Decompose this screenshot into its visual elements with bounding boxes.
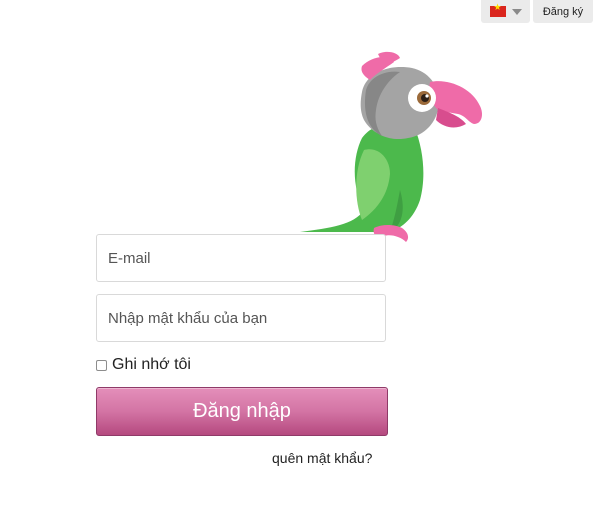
- parrot-mascot-icon: [300, 51, 482, 242]
- remember-checkbox[interactable]: [96, 359, 107, 371]
- password-field[interactable]: [96, 294, 386, 342]
- remember-me[interactable]: Ghi nhớ tôi: [96, 356, 191, 374]
- remember-label: Ghi nhớ tôi: [112, 356, 191, 373]
- vietnam-flag-icon: [489, 3, 506, 17]
- language-selector[interactable]: [481, 0, 530, 23]
- login-button[interactable]: Đăng nhập: [96, 387, 388, 436]
- signup-button[interactable]: Đăng ký: [533, 0, 593, 23]
- forgot-password-link[interactable]: quên mật khẩu?: [272, 450, 372, 466]
- email-field[interactable]: [96, 234, 386, 282]
- chevron-down-icon: [511, 8, 522, 15]
